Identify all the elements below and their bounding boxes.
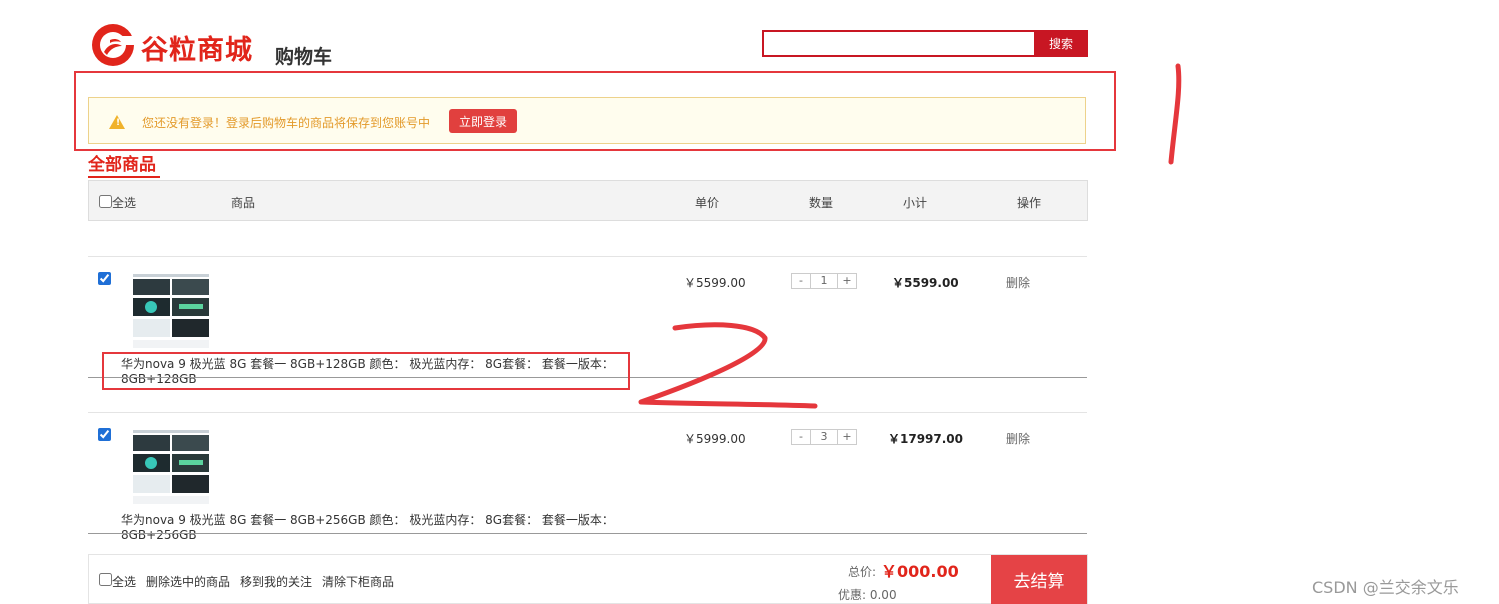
select-all-checkbox[interactable]: [99, 195, 112, 208]
product-name[interactable]: 华为nova 9 极光蓝 8G 套餐一 8GB+256GB 颜色： 极光蓝内存：…: [121, 513, 621, 543]
total-price: ￥000.00: [881, 562, 959, 581]
tab-underline: [88, 176, 160, 178]
select-all-label: 全选: [112, 196, 137, 210]
watermark: CSDN @兰交余文乐: [1312, 578, 1459, 597]
column-unit-price: 单价: [695, 196, 720, 210]
row-divider: [88, 533, 1087, 534]
qty-plus-button[interactable]: +: [837, 273, 857, 289]
brand-name: 谷粒商城: [141, 35, 253, 66]
delete-selected-link[interactable]: 删除选中的商品: [146, 573, 230, 590]
delete-link[interactable]: 删除: [1006, 274, 1030, 291]
clear-offline-link[interactable]: 清除下柜商品: [322, 573, 394, 590]
qty-value[interactable]: 1: [811, 273, 837, 289]
column-quantity: 数量: [809, 196, 834, 210]
qty-value[interactable]: 3: [811, 429, 837, 445]
total-label: 总价:: [848, 565, 877, 579]
product-thumbnail: [131, 427, 211, 507]
checkout-button[interactable]: 去结算: [991, 555, 1087, 604]
item-checkbox[interactable]: [98, 272, 111, 285]
qty-plus-button[interactable]: +: [837, 429, 857, 445]
brand-logo-icon: [92, 24, 136, 66]
page-title: 购物车: [275, 46, 333, 68]
discount-label: 优惠: 0.00: [838, 588, 897, 602]
item-subtotal: ￥17997.00: [888, 432, 964, 446]
item-unit-price: ￥5999.00: [684, 432, 746, 446]
item-checkbox[interactable]: [98, 428, 111, 441]
delete-link[interactable]: 删除: [1006, 430, 1030, 447]
qty-minus-button[interactable]: -: [791, 429, 811, 445]
qty-minus-button[interactable]: -: [791, 273, 811, 289]
row-divider: [88, 412, 1087, 413]
annotation-box-2: [102, 352, 630, 390]
quantity-stepper: - 1 +: [791, 273, 857, 289]
item-unit-price: ￥5599.00: [684, 276, 746, 290]
column-subtotal: 小计: [903, 196, 928, 210]
tab-all-products[interactable]: 全部商品: [88, 150, 156, 175]
move-to-follow-link[interactable]: 移到我的关注: [240, 573, 312, 590]
annotation-mark-1: [1168, 63, 1182, 165]
item-subtotal: ￥5599.00: [892, 276, 959, 290]
annotation-box-1: [74, 71, 1116, 151]
footer-select-all-label: 全选: [112, 575, 137, 589]
quantity-stepper: - 3 +: [791, 429, 857, 445]
footer-select-all-checkbox[interactable]: [99, 573, 112, 586]
annotation-mark-2: [638, 322, 818, 409]
search-input[interactable]: [762, 30, 1036, 57]
row-divider: [88, 256, 1087, 257]
search-button[interactable]: 搜索: [1034, 30, 1088, 57]
column-product: 商品: [231, 196, 256, 210]
product-thumbnail: [131, 271, 211, 351]
column-action: 操作: [1017, 196, 1042, 210]
